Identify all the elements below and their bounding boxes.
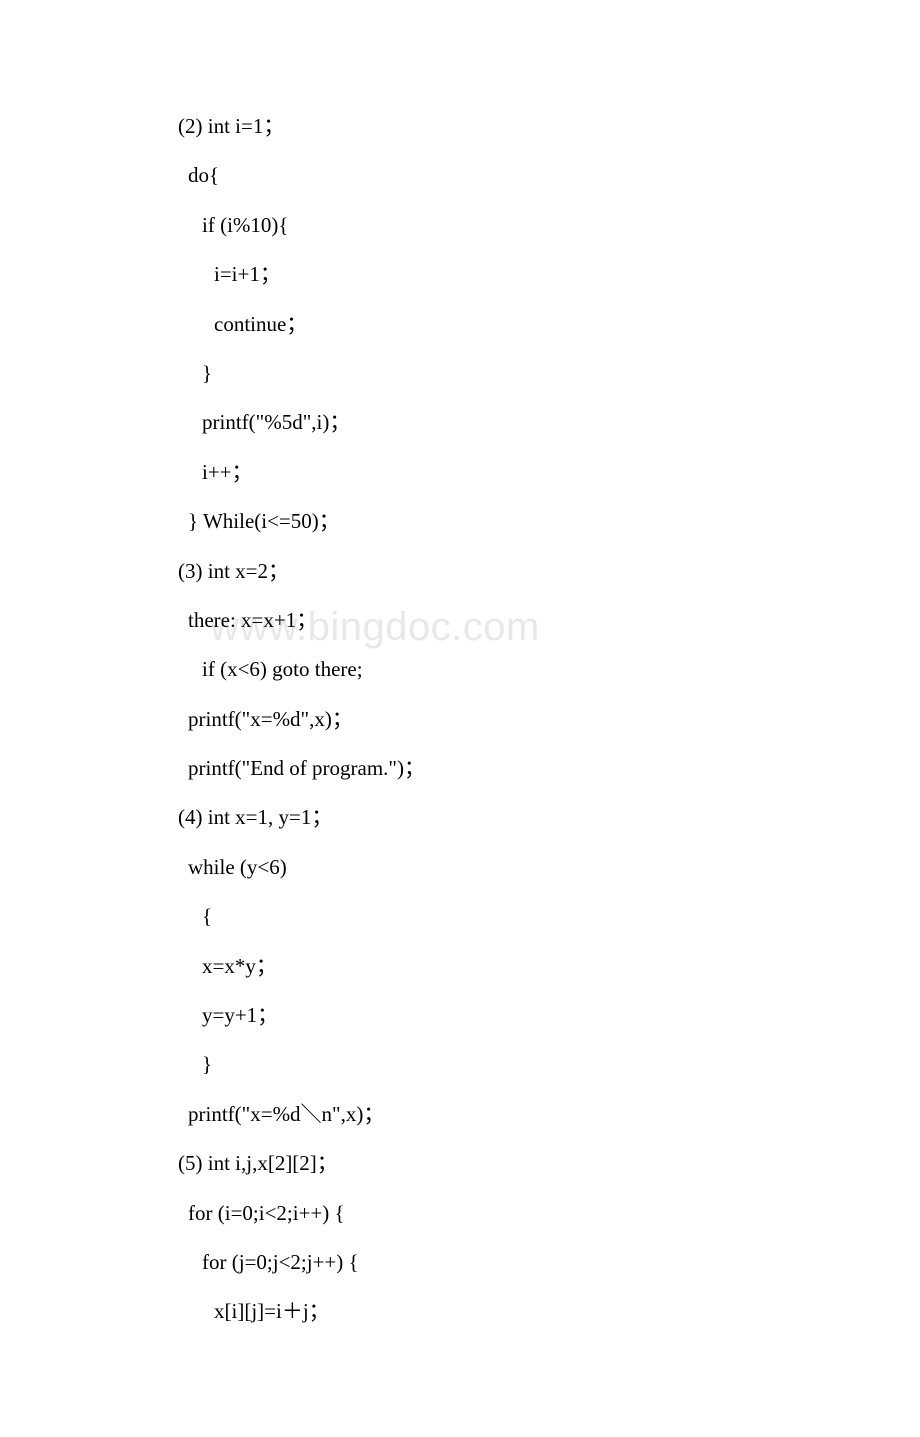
code-line: if (x<6) goto there; [178,655,830,684]
code-line: { [178,902,830,931]
code-line: for (j=0;j<2;j++) { [178,1248,830,1277]
code-line: printf("%5d",i)； [178,408,830,437]
code-line: (3) int x=2； [178,557,830,586]
code-line: } [178,1050,830,1079]
code-line: } While(i<=50)； [178,507,830,536]
code-line: printf("End of program.")； [178,754,830,783]
code-line: printf("x=%d",x)； [178,705,830,734]
code-line: (2) int i=1； [178,112,830,141]
code-line: i=i+1； [178,260,830,289]
code-line: continue； [178,310,830,339]
code-line: (5) int i,j,x[2][2]； [178,1149,830,1178]
code-line: x=x*y； [178,952,830,981]
code-line: y=y+1； [178,1001,830,1030]
code-line: i++； [178,458,830,487]
document-body: (2) int i=1； do{ if (i%10){ i=i+1； conti… [0,0,920,1437]
code-line: if (i%10){ [178,211,830,240]
code-line: do{ [178,161,830,190]
code-line: there: x=x+1； [178,606,830,635]
code-line: (4) int x=1, y=1； [178,803,830,832]
code-line: } [178,359,830,388]
code-line: printf("x=%d＼n",x)； [178,1100,830,1129]
code-line: for (i=0;i<2;i++) { [178,1199,830,1228]
code-line: while (y<6) [178,853,830,882]
